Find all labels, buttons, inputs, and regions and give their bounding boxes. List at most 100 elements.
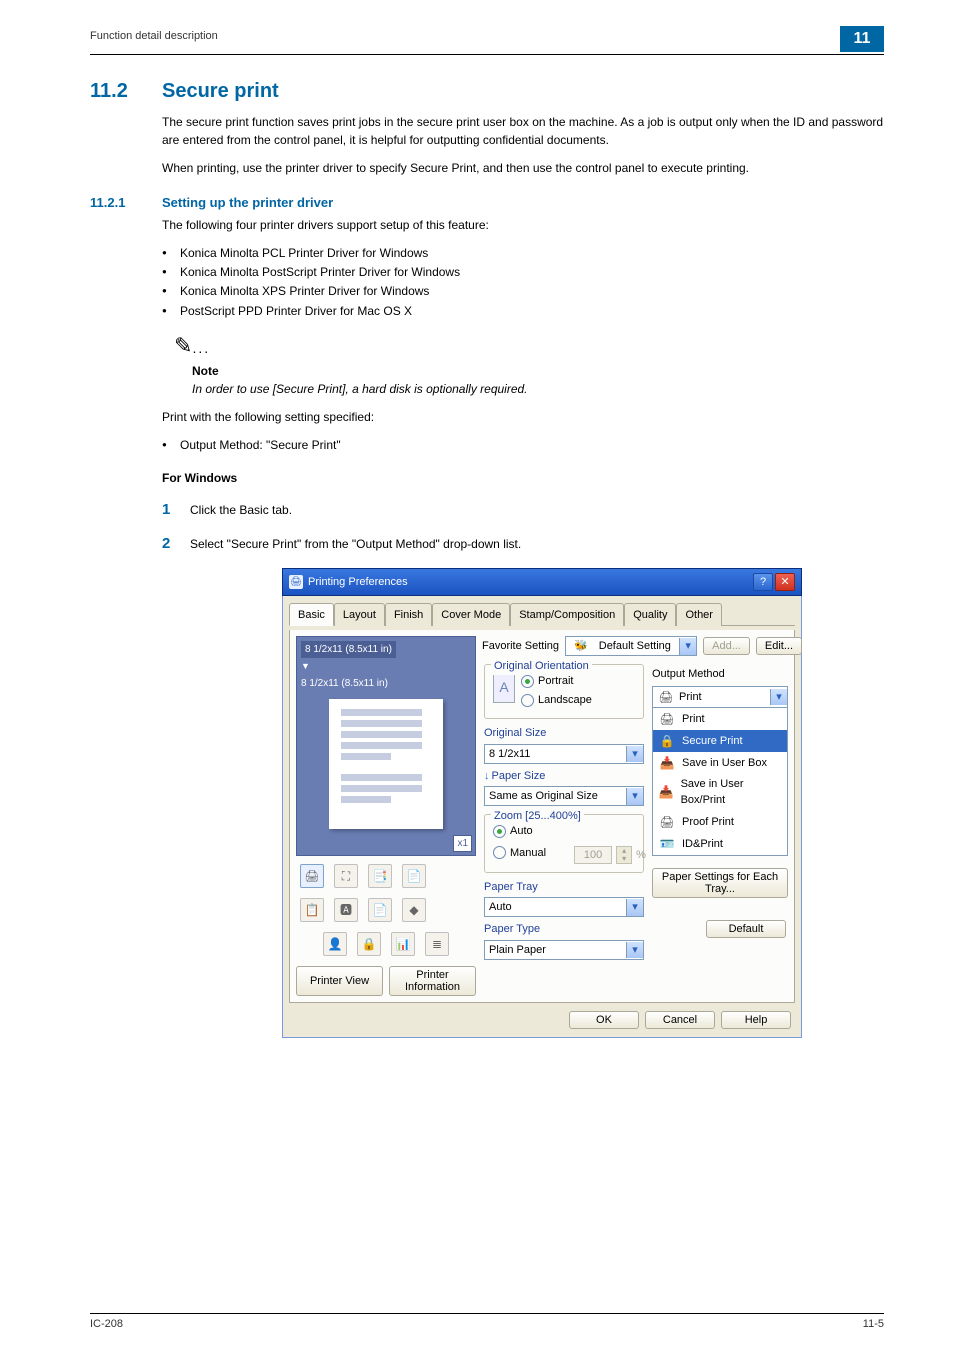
output-option-proof-print[interactable]: 🖨Proof Print — [653, 811, 787, 833]
paper-settings-tray-button[interactable]: Paper Settings for Each Tray... — [652, 868, 788, 898]
chevron-down-icon[interactable]: ▾ — [626, 746, 643, 763]
zoom-auto-radio[interactable] — [493, 825, 506, 838]
chevron-down-icon[interactable]: ▾ — [626, 788, 643, 805]
preview-size-2: 8 1/2x11 (8.5x11 in) — [301, 676, 471, 691]
paper-size-label: ↓Paper Size — [484, 768, 644, 785]
driver-item: PostScript PPD Printer Driver for Mac OS… — [162, 302, 884, 321]
box-icon: 📥 — [656, 754, 678, 772]
arrow-down-icon: ↓ — [484, 770, 490, 782]
dialog-titlebar[interactable]: 🖨 Printing Preferences ? ✕ — [282, 568, 802, 596]
for-windows-heading: For Windows — [162, 469, 884, 487]
toolbar-icon[interactable]: 📄 — [368, 898, 392, 922]
output-option-id-print[interactable]: 🪪ID&Print — [653, 833, 787, 855]
zoom-auto-label: Auto — [510, 823, 533, 840]
zoom-title: Zoom [25...400%] — [491, 808, 584, 825]
box-print-icon: 📥 — [656, 783, 677, 801]
toolbar-icon[interactable]: 👤 — [323, 932, 347, 956]
preview-size-1: 8 1/2x11 (8.5x11 in) — [301, 641, 396, 658]
running-header: Function detail description — [90, 30, 218, 42]
zoom-manual-radio[interactable] — [493, 846, 506, 859]
step-number-2: 2 — [162, 533, 190, 556]
tab-finish[interactable]: Finish — [385, 603, 432, 627]
default-button[interactable]: Default — [706, 920, 786, 938]
section-para-1: The secure print function saves print jo… — [162, 113, 884, 149]
driver-item: Konica Minolta PCL Printer Driver for Wi… — [162, 244, 884, 263]
printer-icon: 🖨 — [656, 710, 678, 728]
toolbar-icon[interactable]: 📊 — [391, 932, 415, 956]
output-method-combo[interactable]: 🖨 Print ▾ — [652, 686, 788, 708]
tab-stamp[interactable]: Stamp/Composition — [510, 603, 624, 627]
chevron-down-icon[interactable]: ▾ — [770, 689, 787, 706]
zoom-spinner[interactable]: ▴▾ — [616, 846, 632, 864]
tab-other[interactable]: Other — [676, 603, 722, 627]
footer-right: 11-5 — [863, 1318, 884, 1330]
zoom-value-input[interactable]: 100 — [574, 846, 612, 864]
output-option-print[interactable]: 🖨Print — [653, 708, 787, 730]
output-option-save-userbox[interactable]: 📥Save in User Box — [653, 752, 787, 774]
original-size-label: Original Size — [484, 725, 644, 742]
toolbar-icon[interactable]: 📋 — [300, 898, 324, 922]
orientation-icon: A — [493, 671, 515, 703]
lock-icon: 🔒 — [656, 732, 678, 750]
printing-preferences-dialog: 🖨 Printing Preferences ? ✕ Basic Layout … — [282, 568, 802, 1039]
cancel-button[interactable]: Cancel — [645, 1011, 715, 1029]
portrait-radio[interactable] — [521, 675, 534, 688]
paper-tray-combo[interactable]: Auto▾ — [484, 897, 644, 917]
tab-cover-mode[interactable]: Cover Mode — [432, 603, 510, 627]
section-number: 11.2 — [90, 80, 162, 103]
note-text: In order to use [Secure Print], a hard d… — [192, 380, 884, 398]
chevron-down-icon[interactable]: ▾ — [626, 899, 643, 916]
tab-quality[interactable]: Quality — [624, 603, 676, 627]
ok-button[interactable]: OK — [569, 1011, 639, 1029]
landscape-radio[interactable] — [521, 694, 534, 707]
step-text-1: Click the Basic tab. — [190, 501, 292, 519]
preview-panel: 8 1/2x11 (8.5x11 in) ▼ 8 1/2x11 (8.5x11 … — [296, 636, 476, 856]
printer-info-button[interactable]: Printer Information — [389, 966, 476, 996]
step-number-1: 1 — [162, 499, 190, 522]
subsection-intro: The following four printer drivers suppo… — [162, 216, 884, 234]
paper-size-combo[interactable]: Same as Original Size▾ — [484, 786, 644, 806]
wasp-icon: 🐝 — [570, 640, 592, 652]
chevron-down-icon[interactable]: ▾ — [626, 942, 643, 959]
help-button-icon[interactable]: ? — [753, 573, 773, 591]
tab-strip: Basic Layout Finish Cover Mode Stamp/Com… — [289, 602, 795, 627]
toolbar-icon[interactable]: ⛶ — [334, 864, 358, 888]
proof-icon: 🖨 — [656, 813, 678, 831]
toolbar-icon[interactable]: 📄 — [402, 864, 426, 888]
printer-view-button[interactable]: Printer View — [296, 966, 383, 996]
tab-layout[interactable]: Layout — [334, 603, 385, 627]
toolbar-icon[interactable]: ◆ — [402, 898, 426, 922]
original-size-combo[interactable]: 8 1/2x11▾ — [484, 744, 644, 764]
paper-type-combo[interactable]: Plain Paper▾ — [484, 940, 644, 960]
subsection-number: 11.2.1 — [90, 195, 162, 210]
toolbar-icon[interactable]: 🅰 — [334, 898, 358, 922]
driver-item: Konica Minolta XPS Printer Driver for Wi… — [162, 282, 884, 301]
output-method-label: Output Method — [652, 666, 788, 683]
output-option-save-userbox-print[interactable]: 📥Save in User Box/Print — [653, 774, 787, 811]
output-option-secure-print[interactable]: 🔒Secure Print — [653, 730, 787, 752]
orientation-group: Original Orientation A Portrait Landscap… — [484, 664, 644, 719]
app-icon: 🖨 — [289, 575, 303, 589]
subsection-title: Setting up the printer driver — [162, 195, 333, 210]
toolbar-icon[interactable]: 🔒 — [357, 932, 381, 956]
toolbar-icon[interactable]: 📑 — [368, 864, 392, 888]
printer-icon: 🖨 — [653, 688, 679, 706]
page-thumbnail — [329, 699, 443, 829]
paper-type-label: Paper Type — [484, 921, 644, 938]
arrow-down-icon: ▼ — [301, 660, 471, 674]
help-button[interactable]: Help — [721, 1011, 791, 1029]
section-title: Secure print — [162, 80, 279, 103]
tab-basic[interactable]: Basic — [289, 603, 334, 627]
orientation-title: Original Orientation — [491, 658, 592, 675]
close-icon[interactable]: ✕ — [775, 573, 795, 591]
favorite-label: Favorite Setting — [482, 638, 559, 655]
chapter-badge: 11 — [840, 26, 884, 52]
landscape-label: Landscape — [538, 692, 592, 709]
portrait-label: Portrait — [538, 673, 573, 690]
toolbar-icon[interactable]: 🖨 — [300, 864, 324, 888]
toolbar-icon[interactable]: ≣ — [425, 932, 449, 956]
paper-tray-label: Paper Tray — [484, 879, 644, 896]
output-method-dropdown: 🖨Print 🔒Secure Print 📥Save in User Box 📥… — [652, 708, 788, 856]
copies-badge: x1 — [453, 835, 472, 852]
id-icon: 🪪 — [656, 835, 678, 853]
